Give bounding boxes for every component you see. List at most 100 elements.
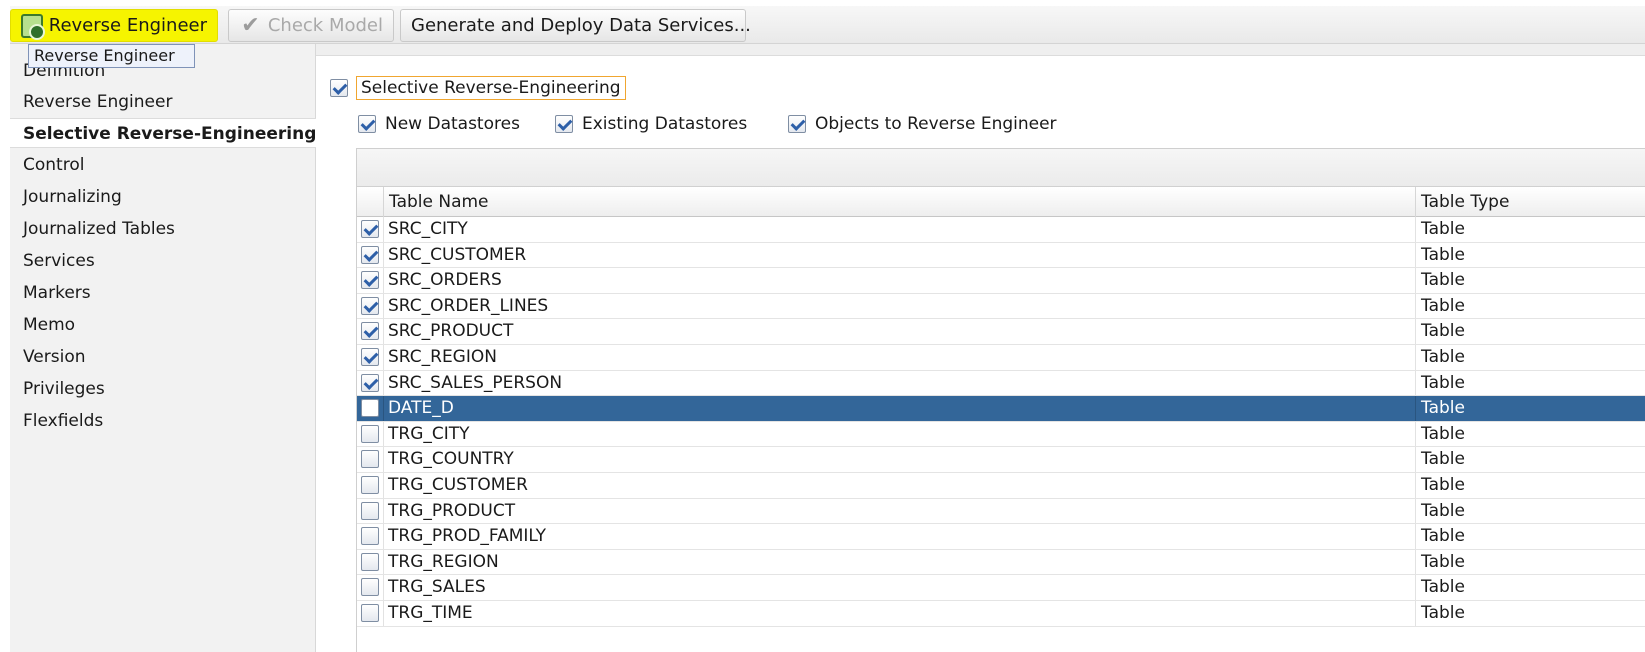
table-type-cell: Table [1415, 473, 1645, 498]
row-checkbox[interactable] [361, 271, 379, 294]
row-checkbox[interactable] [361, 296, 379, 320]
nav-item-flexfields[interactable]: Flexfields [10, 406, 316, 436]
reverse-engineer-label: Reverse Engineer [48, 15, 207, 36]
table-type-cell: Table [1415, 217, 1645, 242]
table-type-cell: Table [1415, 575, 1645, 600]
table-name-cell: SRC_SALES_PERSON [383, 370, 1415, 396]
nav-item-memo[interactable]: Memo [10, 310, 316, 340]
generate-deploy-button[interactable]: Generate and Deploy Data Services... [400, 9, 751, 42]
new-datastores-checkbox[interactable]: New Datastores [358, 114, 520, 134]
column-header-table-name[interactable]: Table Name [383, 187, 1415, 217]
table-row[interactable]: SRC_REGION Table [357, 345, 1645, 371]
new-datastores-label: New Datastores [385, 114, 520, 134]
row-checkbox[interactable] [361, 476, 379, 499]
table-row[interactable]: TRG_REGION Table [357, 549, 1645, 576]
table-row[interactable]: TRG_COUNTRY Table [357, 447, 1645, 473]
table-name-cell: SRC_ORDERS [383, 268, 1415, 293]
table-name-cell: SRC_REGION [383, 345, 1415, 370]
table-name-cell: TRG_CITY [383, 421, 1415, 447]
table-type-cell: Table [1415, 601, 1645, 626]
toolbar: Reverse Engineer ✔ Check Model Generate … [10, 6, 1645, 44]
checkbox-icon [361, 322, 379, 341]
table-type-cell: Table [1415, 498, 1645, 524]
row-checkbox[interactable] [361, 373, 379, 397]
table-type-cell: Table [1415, 268, 1645, 293]
check-model-label: Check Model [267, 15, 383, 36]
tooltip: Reverse Engineer [28, 44, 195, 68]
table-row[interactable]: SRC_SALES_PERSON Table [357, 370, 1645, 397]
reverse-engineer-icon [21, 13, 45, 40]
table-row[interactable]: SRC_CUSTOMER Table [357, 242, 1645, 269]
table-type-cell: Table [1415, 549, 1645, 575]
table-name-cell: TRG_SALES [383, 575, 1415, 600]
checkbox-icon [361, 578, 379, 597]
table-name-cell: TRG_PROD_FAMILY [383, 524, 1415, 549]
row-checkbox[interactable] [361, 552, 379, 576]
table-type-cell: Table [1415, 396, 1645, 421]
table-header: Table Name Table Type [357, 187, 1645, 217]
table-name-cell: TRG_REGION [383, 549, 1415, 575]
row-checkbox[interactable] [361, 399, 379, 422]
row-checkbox[interactable] [361, 322, 379, 345]
checkbox-icon [358, 115, 376, 133]
nav-item-journalized-tables[interactable]: Journalized Tables [10, 214, 316, 244]
table-row[interactable]: TRG_PRODUCT Table [357, 498, 1645, 525]
table-row[interactable]: TRG_TIME Table [357, 601, 1645, 627]
table-row[interactable]: SRC_PRODUCT Table [357, 319, 1645, 345]
row-checkbox[interactable] [361, 424, 379, 448]
table-name-cell: SRC_PRODUCT [383, 319, 1415, 344]
reverse-engineer-button[interactable]: Reverse Engineer [10, 9, 218, 42]
checkbox-icon [361, 245, 379, 264]
table-row[interactable]: SRC_CITY Table [357, 217, 1645, 243]
checkbox-icon [361, 476, 379, 494]
table-row[interactable]: SRC_ORDERS Table [357, 268, 1645, 294]
nav-item-journalizing[interactable]: Journalizing [10, 182, 316, 212]
objects-to-reverse-label: Objects to Reverse Engineer [815, 114, 1057, 134]
table-row[interactable]: TRG_PROD_FAMILY Table [357, 524, 1645, 550]
objects-to-reverse-checkbox[interactable]: Objects to Reverse Engineer [788, 114, 1057, 134]
table-name-cell: TRG_CUSTOMER [383, 473, 1415, 498]
row-checkbox[interactable] [361, 348, 379, 371]
generate-deploy-label: Generate and Deploy Data Services... [411, 15, 751, 36]
checkbox-icon [361, 271, 379, 290]
row-checkbox[interactable] [361, 604, 379, 627]
checkbox-icon [361, 373, 379, 392]
row-checkbox[interactable] [361, 220, 379, 243]
checkbox-icon [361, 424, 379, 443]
nav-item-services[interactable]: Services [10, 246, 316, 276]
existing-datastores-checkbox[interactable]: Existing Datastores [555, 114, 747, 134]
row-checkbox[interactable] [361, 501, 379, 525]
table-name-cell: SRC_ORDER_LINES [383, 293, 1415, 319]
checkbox-icon [361, 296, 379, 315]
nav-item-markers[interactable]: Markers [10, 278, 316, 308]
checkbox-icon [361, 348, 379, 366]
table-row[interactable]: DATE_D Table [357, 396, 1645, 422]
table-type-cell: Table [1415, 242, 1645, 268]
check-model-button[interactable]: ✔ Check Model [228, 9, 394, 42]
table-row[interactable]: TRG_CUSTOMER Table [357, 473, 1645, 499]
table-type-cell: Table [1415, 345, 1645, 370]
checkbox-icon [788, 115, 806, 133]
row-checkbox[interactable] [361, 578, 379, 601]
nav-item-privileges[interactable]: Privileges [10, 374, 316, 404]
table-row[interactable]: TRG_CITY Table [357, 421, 1645, 448]
nav-item-version[interactable]: Version [10, 342, 316, 372]
selective-reverse-engineering-checkbox[interactable]: Selective Reverse-Engineering [330, 76, 626, 100]
checkbox-icon [361, 450, 379, 469]
table-type-cell: Table [1415, 524, 1645, 549]
table-row[interactable]: TRG_SALES Table [357, 575, 1645, 601]
column-header-table-type[interactable]: Table Type [1415, 187, 1645, 217]
table-type-cell: Table [1415, 447, 1645, 472]
nav-item-selective-reverse-engineering[interactable]: Selective Reverse-Engineering [10, 118, 316, 148]
checkbox-icon [361, 552, 379, 571]
row-checkbox[interactable] [361, 450, 379, 473]
checkbox-icon [361, 220, 379, 238]
table-name-cell: TRG_TIME [383, 601, 1415, 626]
nav-item-reverse-engineer[interactable]: Reverse Engineer [10, 87, 316, 117]
row-checkbox[interactable] [361, 527, 379, 550]
checkbox-icon [361, 604, 379, 622]
checkbox-icon [555, 115, 573, 133]
nav-item-control[interactable]: Control [10, 150, 316, 180]
row-checkbox[interactable] [361, 245, 379, 269]
table-row[interactable]: SRC_ORDER_LINES Table [357, 293, 1645, 320]
